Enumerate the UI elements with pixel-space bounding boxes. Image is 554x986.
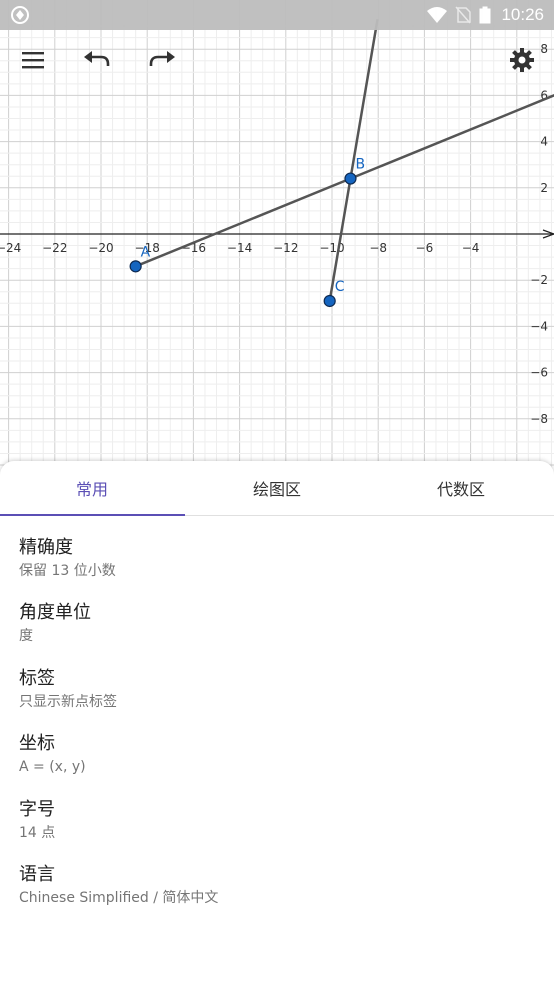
- tab-graphics[interactable]: 绘图区: [185, 461, 369, 515]
- pref-angle-unit-value: 度: [19, 628, 33, 644]
- x-tick-label: −12: [273, 241, 298, 255]
- y-tick-label: 2: [540, 181, 548, 195]
- settings-sheet: 常用 绘图区 代数区 精确度 保留 13 位小数 角度单位 度 标签 只显示新点…: [0, 461, 554, 986]
- tab-indicator: [0, 514, 185, 516]
- pref-language-title: 语言: [19, 864, 55, 885]
- x-tick-label: −4: [462, 241, 480, 255]
- ray-cb: [328, 18, 379, 302]
- pref-font-size-value: 14 点: [19, 825, 56, 841]
- point-label-a: A: [141, 244, 151, 260]
- x-tick-label: −24: [0, 241, 21, 255]
- undo-icon: [84, 51, 110, 66]
- y-tick-label: −4: [530, 319, 548, 333]
- pref-coordinates-value: A = (x, y): [19, 759, 86, 775]
- pref-rounding[interactable]: 精确度 保留 13 位小数: [19, 536, 539, 581]
- menu-button[interactable]: [13, 40, 53, 80]
- y-tick-label: −2: [530, 273, 548, 287]
- point-a: [129, 260, 142, 273]
- tab-general[interactable]: 常用: [0, 461, 184, 515]
- pref-labeling-value: 只显示新点标签: [19, 694, 117, 710]
- menu-icon: [22, 52, 44, 69]
- pref-font-size-title: 字号: [19, 799, 55, 820]
- settings-icon: [510, 48, 534, 72]
- settings-button[interactable]: [502, 40, 542, 80]
- pref-font-size[interactable]: 字号 14 点: [19, 798, 539, 843]
- battery-icon: [479, 6, 491, 24]
- pref-labeling[interactable]: 标签 只显示新点标签: [19, 667, 539, 712]
- pref-rounding-value: 保留 13 位小数: [19, 563, 116, 579]
- point-label-c: C: [335, 279, 345, 295]
- point-b: [344, 172, 357, 185]
- tab-bar: 常用 绘图区 代数区: [0, 461, 554, 516]
- pref-labeling-title: 标签: [19, 668, 55, 689]
- status-time: 10:26: [501, 5, 544, 24]
- redo-button[interactable]: [142, 40, 182, 80]
- pref-language[interactable]: 语言 Chinese Simplified / 简体中文: [19, 863, 539, 908]
- x-tick-label: −6: [416, 241, 434, 255]
- pref-coordinates[interactable]: 坐标 A = (x, y): [19, 732, 539, 777]
- point-c: [323, 294, 336, 308]
- pref-angle-unit-title: 角度单位: [19, 602, 91, 623]
- undo-button[interactable]: [77, 40, 117, 80]
- x-tick-label: −10: [319, 241, 344, 255]
- pref-angle-unit[interactable]: 角度单位 度: [19, 601, 539, 646]
- x-tick-label: −14: [227, 241, 252, 255]
- pref-language-value: Chinese Simplified / 简体中文: [19, 890, 219, 906]
- tab-algebra[interactable]: 代数区: [369, 461, 553, 515]
- pref-rounding-title: 精确度: [19, 537, 73, 558]
- point-label-b: B: [355, 157, 365, 173]
- y-tick-label: −6: [530, 366, 548, 380]
- x-tick-label: −8: [369, 241, 387, 255]
- x-tick-label: −20: [88, 241, 113, 255]
- y-tick-label: 4: [540, 135, 548, 149]
- redo-icon: [149, 51, 175, 66]
- x-tick-label: −22: [42, 241, 67, 255]
- app-icon: [11, 6, 29, 24]
- status-bar: 10:26: [0, 0, 554, 30]
- no-sim-icon: [455, 6, 472, 24]
- y-tick-label: −8: [530, 412, 548, 426]
- wifi-icon: [427, 7, 448, 23]
- pref-coordinates-title: 坐标: [19, 733, 55, 754]
